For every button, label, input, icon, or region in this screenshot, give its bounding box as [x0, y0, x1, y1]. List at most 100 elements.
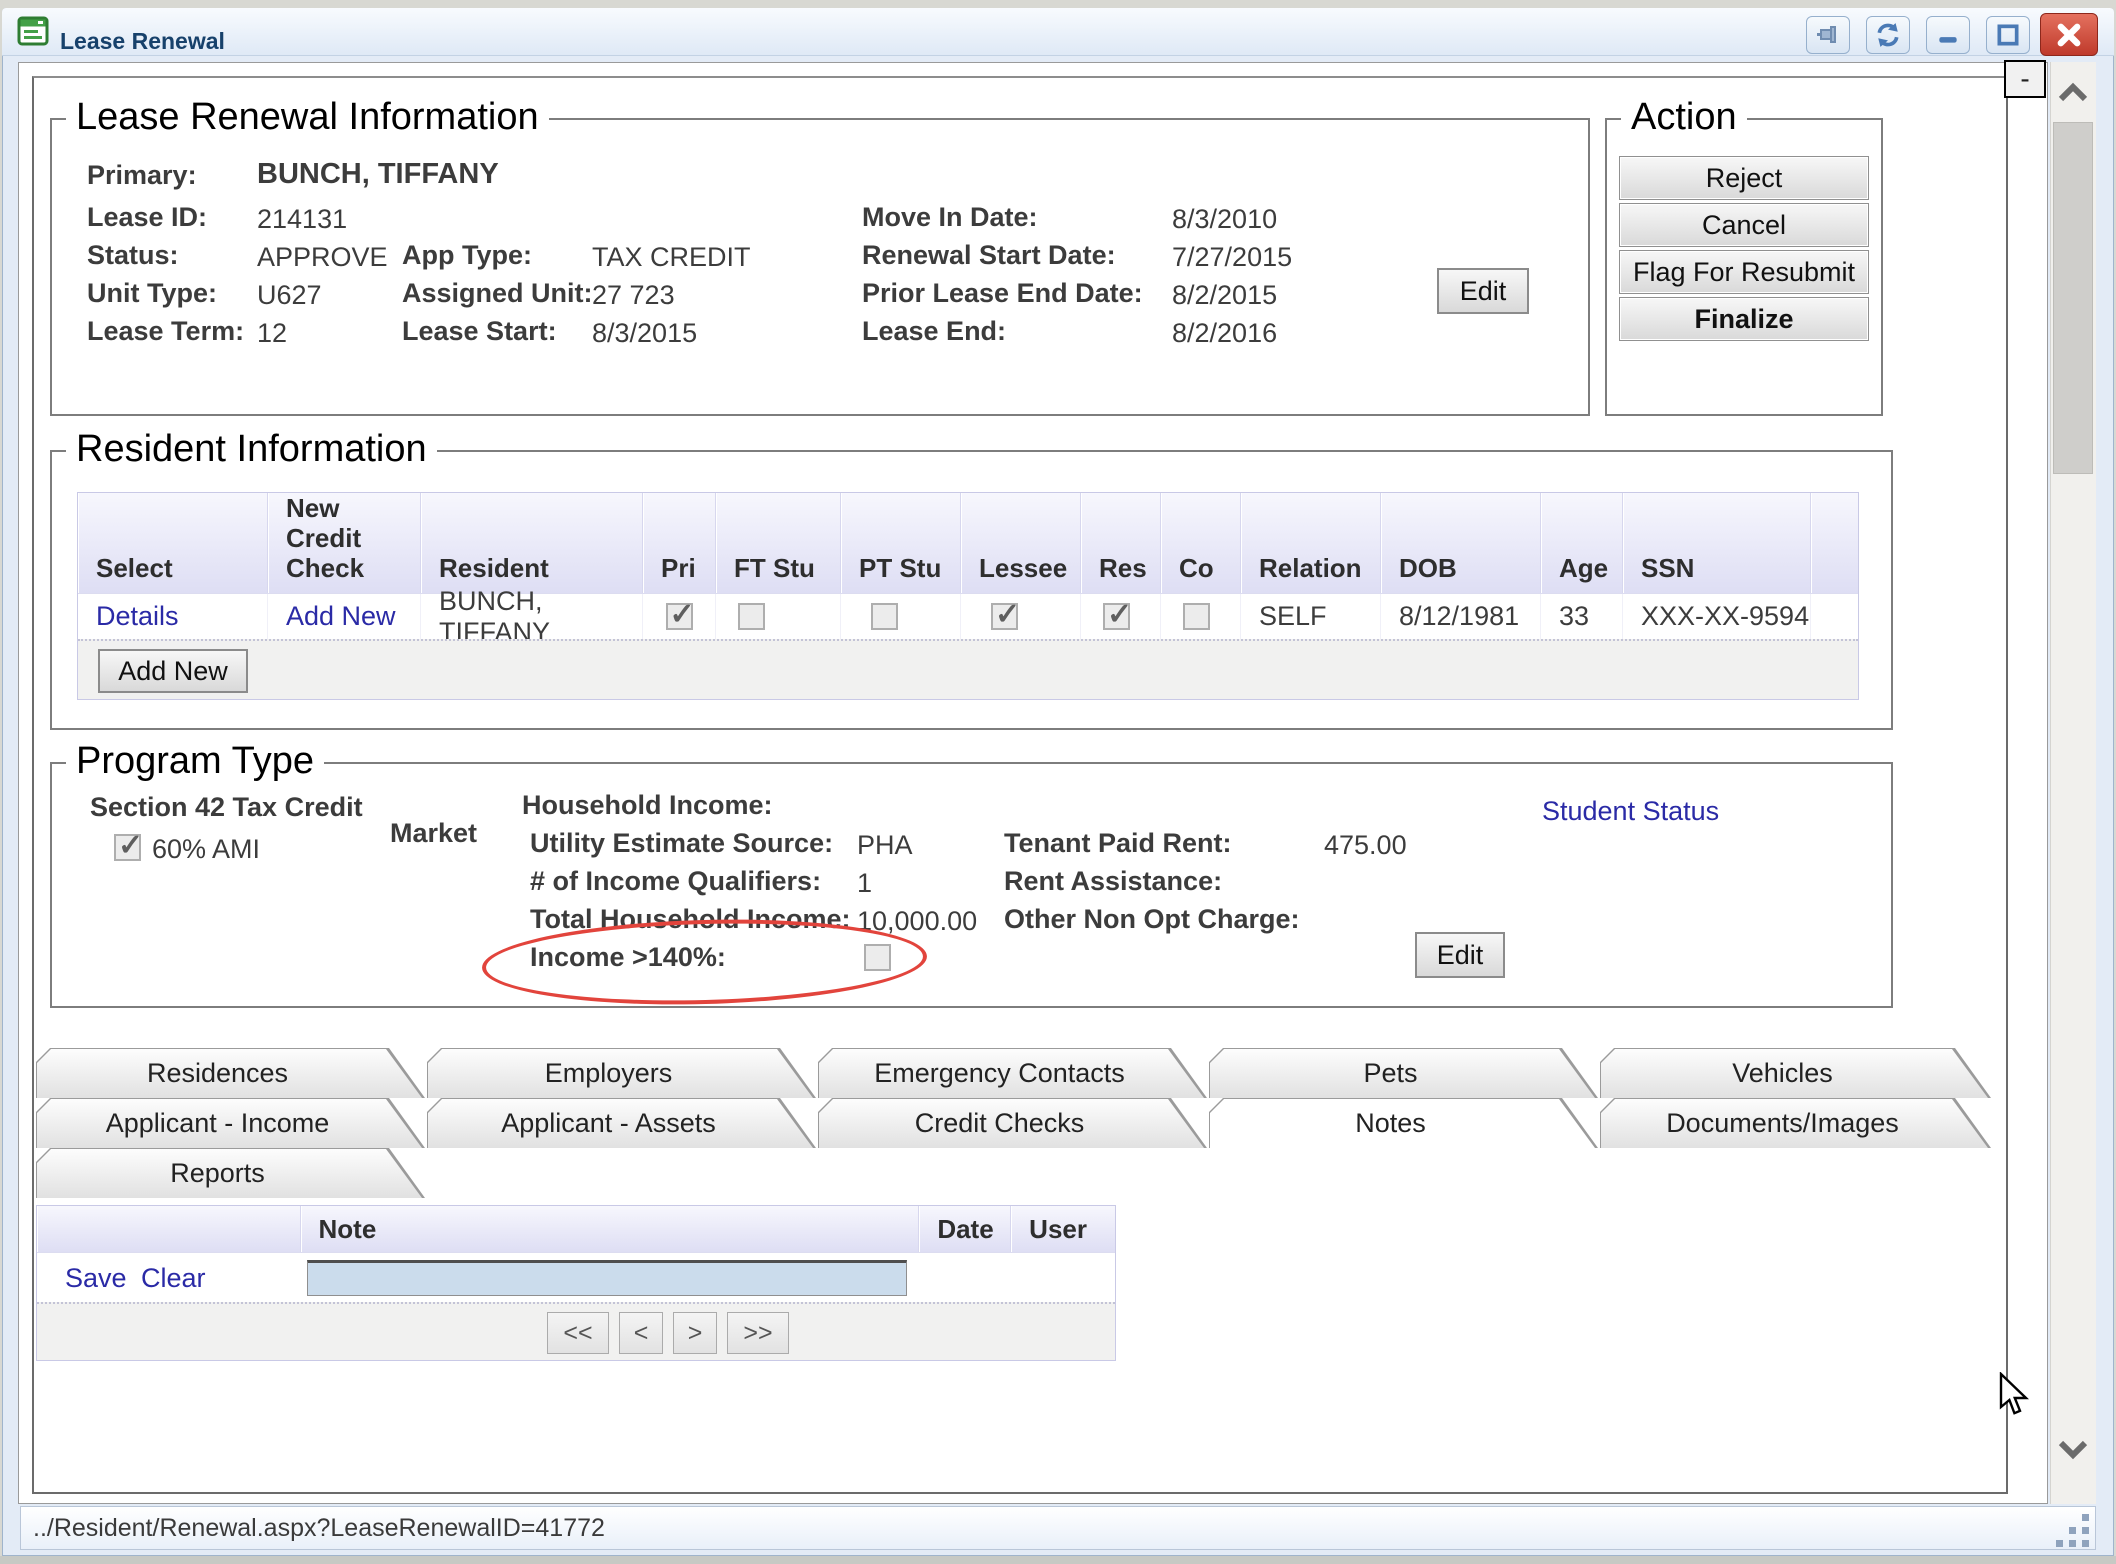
status-label: Status: [87, 240, 179, 271]
note-input[interactable] [307, 1260, 907, 1296]
col-dob: DOB [1381, 493, 1541, 593]
reject-button[interactable]: Reject [1619, 156, 1869, 200]
resident-ssn-cell: XXX-XX-9594 [1623, 594, 1811, 639]
ami-label: 60% AMI [152, 834, 260, 865]
note-save-link[interactable]: Save [65, 1263, 127, 1294]
lease-info-legend: Lease Renewal Information [66, 93, 549, 141]
flag-for-resubmit-button[interactable]: Flag For Resubmit [1619, 250, 1869, 294]
checkbox-lessee[interactable] [991, 603, 1018, 630]
resident-table-header: Select New Credit Check Resident Pri FT … [78, 493, 1858, 593]
col-select: Select [78, 493, 268, 593]
tab-residences[interactable]: Residences [36, 1048, 425, 1098]
total-income-label: Total Household Income: [530, 904, 851, 935]
minimize-button[interactable] [1926, 16, 1970, 54]
resident-table: Select New Credit Check Resident Pri FT … [77, 492, 1859, 700]
scroll-up-button[interactable] [2056, 82, 2090, 104]
cancel-button[interactable]: Cancel [1619, 203, 1869, 247]
note-clear-link[interactable]: Clear [141, 1263, 206, 1294]
resize-grip-icon[interactable] [2056, 1540, 2063, 1547]
pin-button[interactable] [1806, 16, 1850, 54]
refresh-button[interactable] [1866, 16, 1910, 54]
utility-source-label: Utility Estimate Source: [530, 828, 833, 859]
tab-vehicles[interactable]: Vehicles [1600, 1048, 1991, 1098]
lease-end-value: 8/2/2016 [1172, 318, 1277, 349]
titlebar: Lease Renewal [2, 8, 2114, 56]
checkbox-pt-stu[interactable] [871, 603, 898, 630]
tab-applicant-assets[interactable]: Applicant - Assets [427, 1098, 816, 1148]
checkbox-ft-stu[interactable] [738, 603, 765, 630]
add-resident-button[interactable]: Add New [98, 649, 248, 693]
col-relation: Relation [1241, 493, 1381, 593]
tab-employers[interactable]: Employers [427, 1048, 816, 1098]
resident-age-cell: 33 [1541, 594, 1623, 639]
notes-col-actions [37, 1206, 301, 1252]
pager-next-button[interactable]: > [673, 1312, 717, 1354]
frame-collapse-button[interactable]: - [2004, 60, 2046, 98]
status-value: APPROVE [257, 242, 388, 273]
income-over-140-label: Income >140%: [530, 942, 726, 973]
primary-label: Primary: [87, 160, 197, 191]
col-ft-stu: FT Stu [716, 493, 841, 593]
col-co: Co [1161, 493, 1241, 593]
lease-start-label: Lease Start: [402, 316, 557, 347]
checkbox-income-over-140[interactable] [864, 944, 891, 971]
notes-table: Note Date User Save Clear << < > >> [36, 1205, 1116, 1361]
tab-emergency-contacts[interactable]: Emergency Contacts [818, 1048, 1207, 1098]
assigned-unit-value: 27 723 [592, 280, 675, 311]
tab-documents-images[interactable]: Documents/Images [1600, 1098, 1991, 1148]
desktop-edge-top [0, 0, 2116, 8]
tenant-rent-label: Tenant Paid Rent: [1004, 828, 1232, 859]
maximize-icon [1995, 22, 2021, 48]
maximize-button[interactable] [1986, 16, 2030, 54]
resident-add-credit-link[interactable]: Add New [286, 601, 396, 632]
app-type-label: App Type: [402, 240, 532, 271]
minimize-icon [1935, 22, 1961, 48]
checkbox-60-ami[interactable] [114, 834, 141, 861]
lease-start-value: 8/3/2015 [592, 318, 697, 349]
col-spacer [1811, 493, 1858, 593]
student-status-link[interactable]: Student Status [1542, 796, 1719, 827]
col-age: Age [1541, 493, 1623, 593]
app-type-value: TAX CREDIT [592, 242, 751, 273]
resident-details-link[interactable]: Details [96, 601, 179, 632]
lease-edit-button[interactable]: Edit [1437, 268, 1529, 314]
renewal-start-value: 7/27/2015 [1172, 242, 1292, 273]
checkbox-co[interactable] [1183, 603, 1210, 630]
resident-name-cell: BUNCH, TIFFANY [421, 594, 643, 639]
prior-lease-end-label: Prior Lease End Date: [862, 278, 1143, 309]
primary-value: BUNCH, TIFFANY [257, 158, 499, 191]
tab-notes[interactable]: Notes [1209, 1098, 1598, 1148]
pin-icon [1815, 22, 1841, 48]
finalize-button[interactable]: Finalize [1619, 297, 1869, 341]
refresh-icon [1875, 22, 1901, 48]
notes-entry-row: Save Clear [37, 1252, 1115, 1302]
scroll-thumb[interactable] [2053, 122, 2093, 474]
close-button[interactable] [2040, 13, 2098, 56]
col-res: Res [1081, 493, 1161, 593]
statusbar-url: ../Resident/Renewal.aspx?LeaseRenewalID=… [33, 1514, 605, 1543]
move-in-label: Move In Date: [862, 202, 1038, 233]
household-income-label: Household Income: [522, 790, 773, 821]
lease-renewal-window: Lease Renewal - [0, 0, 2116, 1564]
program-type-legend: Program Type [66, 737, 324, 785]
tab-pets[interactable]: Pets [1209, 1048, 1598, 1098]
checkbox-res[interactable] [1103, 603, 1130, 630]
lease-term-value: 12 [257, 318, 287, 349]
program-type-groupbox: Program Type Section 42 Tax Credit 60% A… [50, 762, 1893, 1008]
pager-first-button[interactable]: << [547, 1312, 609, 1354]
tab-credit-checks[interactable]: Credit Checks [818, 1098, 1207, 1148]
resident-dob-cell: 8/12/1981 [1381, 594, 1541, 639]
tab-reports[interactable]: Reports [36, 1148, 425, 1198]
total-income-value: 10,000.00 [857, 906, 977, 937]
col-pri: Pri [643, 493, 716, 593]
checkbox-pri[interactable] [666, 603, 693, 630]
lease-id-value: 214131 [257, 204, 347, 235]
lease-end-label: Lease End: [862, 316, 1006, 347]
tab-applicant-income[interactable]: Applicant - Income [36, 1098, 425, 1148]
section42-label: Section 42 Tax Credit [90, 792, 363, 823]
pager-last-button[interactable]: >> [727, 1312, 789, 1354]
scroll-down-button[interactable] [2056, 1438, 2090, 1460]
tenant-rent-value: 475.00 [1324, 830, 1407, 861]
program-edit-button[interactable]: Edit [1415, 932, 1505, 978]
pager-prev-button[interactable]: < [619, 1312, 663, 1354]
